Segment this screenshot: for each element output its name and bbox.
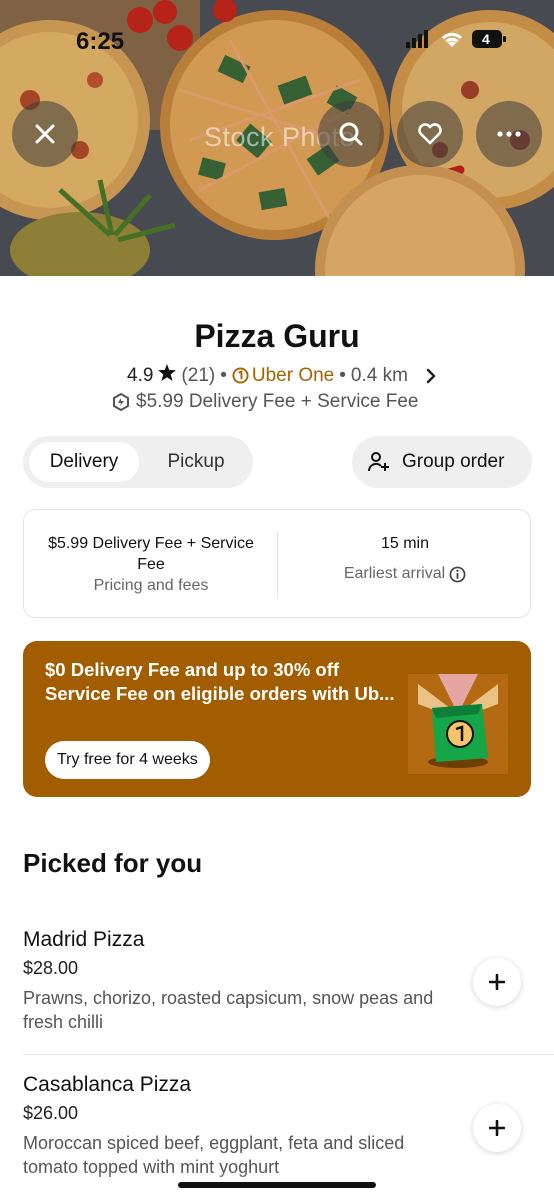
try-free-button[interactable]: Try free for 4 weeks — [45, 741, 210, 779]
item-name: Casablanca Pizza — [23, 1073, 192, 1096]
delivery-option[interactable]: Delivery — [29, 442, 139, 482]
hero-image: 6:25 4 Stock Photo — [0, 0, 554, 276]
review-count: (21) — [181, 364, 216, 386]
status-time: 6:25 — [76, 28, 125, 55]
more-icon — [497, 131, 521, 137]
pricing-section[interactable]: $5.99 Delivery Fee + Service Fee Pricing… — [24, 510, 278, 619]
store-name: Pizza Guru — [194, 318, 360, 354]
rating-value: 4.9 — [127, 364, 154, 386]
uber-one-badge: Uber One — [232, 365, 334, 387]
close-button[interactable] — [12, 101, 78, 167]
battery-icon: 4 — [472, 30, 506, 53]
group-order-label: Group order — [402, 451, 505, 472]
star-icon — [158, 364, 177, 387]
distance: 0.4 km — [350, 364, 408, 386]
delivery-pickup-toggle: Delivery Pickup — [23, 436, 253, 488]
group-order-button[interactable]: Group order — [352, 436, 532, 488]
pricing-label: Pricing and fees — [93, 577, 209, 594]
chevron-right-icon[interactable] — [426, 364, 436, 390]
item-name: Madrid Pizza — [23, 928, 145, 951]
fee-text: $5.99 Delivery Fee + Service Fee — [48, 535, 254, 573]
meta-dot: • — [339, 364, 346, 386]
shopping-bag-icon — [408, 674, 508, 774]
fee-summary-text: $5.99 Delivery Fee + Service Fee — [136, 391, 419, 412]
uber-one-promo-banner[interactable]: $0 Delivery Fee and up to 30% off Servic… — [23, 641, 531, 797]
arrival-time: 15 min — [380, 535, 430, 552]
arrival-label: Earliest arrival — [343, 565, 446, 582]
fee-icon — [113, 393, 129, 411]
add-item-button[interactable] — [473, 958, 521, 1006]
store-meta[interactable]: 4.9 (21) • Uber One • 0.4 km — [127, 364, 408, 387]
section-title: Picked for you — [23, 848, 203, 878]
uber-one-label: Uber One — [251, 364, 335, 386]
favorite-button[interactable] — [397, 101, 463, 167]
pickup-option[interactable]: Pickup — [146, 442, 246, 482]
wifi-icon — [440, 30, 464, 53]
plus-icon — [489, 974, 505, 990]
status-icons: 4 — [406, 30, 506, 53]
close-icon — [35, 124, 55, 144]
item-description: Prawns, chorizo, roasted capsicum, snow … — [23, 988, 434, 1032]
delivery-info-card: $5.99 Delivery Fee + Service Fee Pricing… — [23, 509, 531, 618]
arrival-label-row: Earliest arrival — [278, 565, 532, 583]
arrival-section[interactable]: 15 min Earliest arrival — [278, 510, 532, 619]
item-divider — [23, 1054, 554, 1055]
add-item-button[interactable] — [473, 1104, 521, 1152]
promo-text: $0 Delivery Fee and up to 30% off Servic… — [45, 659, 395, 704]
more-button[interactable] — [476, 101, 542, 167]
battery-level: 4 — [482, 31, 490, 47]
search-icon — [339, 122, 363, 146]
plus-icon — [489, 1120, 505, 1136]
fee-summary: $5.99 Delivery Fee + Service Fee — [112, 391, 419, 413]
home-indicator[interactable] — [178, 1182, 376, 1188]
status-bar: 6:25 4 — [0, 0, 554, 56]
uber-one-icon — [232, 367, 249, 384]
info-icon[interactable] — [449, 566, 466, 583]
signal-icon — [406, 30, 432, 53]
heart-icon — [418, 123, 442, 145]
meta-dot: • — [220, 364, 227, 386]
search-button[interactable] — [318, 101, 384, 167]
add-person-icon — [368, 452, 389, 472]
